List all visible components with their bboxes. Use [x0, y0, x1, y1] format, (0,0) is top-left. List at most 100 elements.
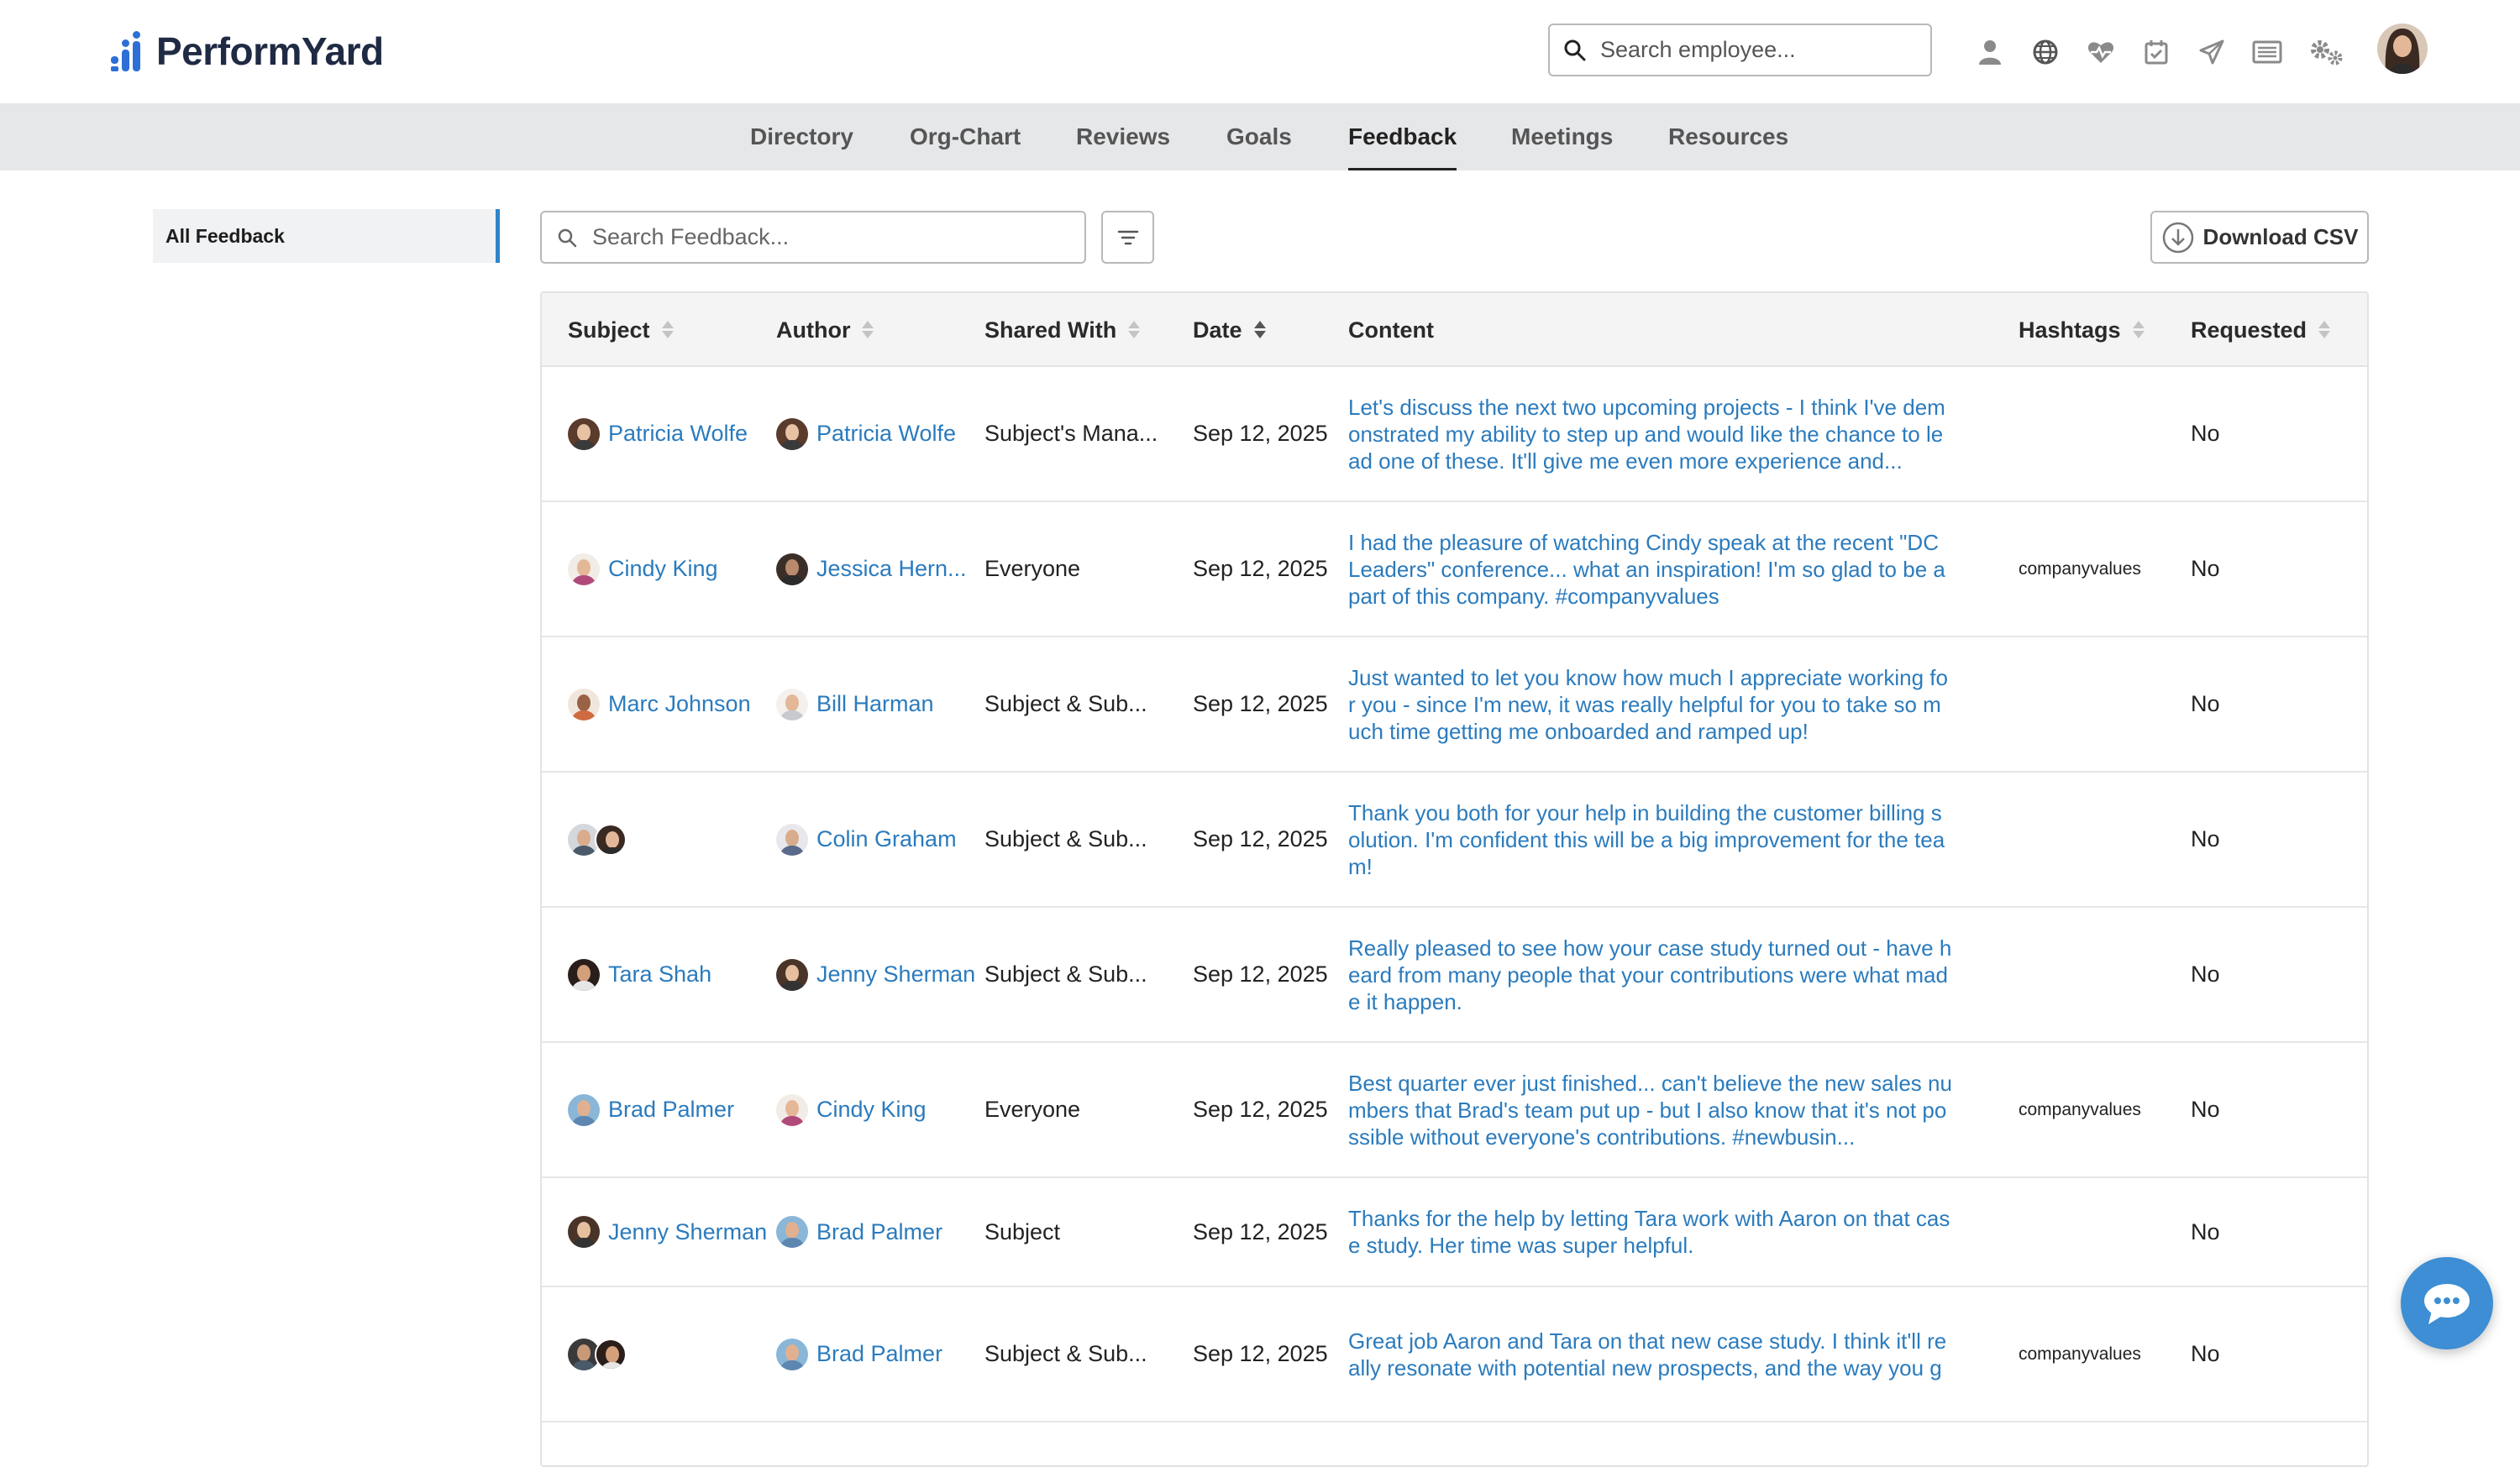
author-cell[interactable]: Bill Harman	[776, 637, 978, 771]
table-row[interactable]: Patricia Wolfe Patricia Wolfe Subject's …	[542, 367, 2367, 502]
shared-with-cell: Subject & Sub...	[984, 961, 1147, 987]
table-row[interactable]: Tara Shah Jenny Sherman Subject & Sub...…	[542, 908, 2367, 1043]
column-header-date[interactable]: Date	[1193, 293, 1266, 367]
employee-search-input[interactable]	[1599, 36, 1918, 64]
employee-search[interactable]	[1548, 24, 1932, 76]
avatar	[776, 417, 808, 450]
column-header-requested[interactable]: Requested	[2191, 293, 2331, 367]
avatar	[568, 688, 600, 720]
column-header-hashtags[interactable]: Hashtags	[2019, 293, 2145, 367]
user-avatar[interactable]	[2377, 24, 2428, 74]
requested-cell: No	[2191, 421, 2220, 446]
author-cell[interactable]: Patricia Wolfe	[776, 367, 978, 500]
table-row[interactable]: Marc Johnson Bill Harman Subject & Sub..…	[542, 637, 2367, 773]
date-cell: Sep 12, 2025	[1193, 421, 1328, 446]
requested-cell: No	[2191, 1218, 2220, 1244]
author-cell[interactable]: Brad Palmer	[776, 1287, 978, 1421]
content-cell[interactable]: I had the pleasure of watching Cindy spe…	[1348, 502, 1970, 636]
sidebar-item-all-feedback[interactable]: All Feedback	[153, 209, 500, 263]
hashtags-cell	[2019, 637, 2187, 771]
news-icon[interactable]	[2239, 29, 2295, 76]
column-header-author[interactable]: Author	[776, 293, 874, 367]
subject-cell[interactable]: Jenny Sherman	[568, 1178, 769, 1286]
search-icon	[1564, 39, 1586, 60]
subject-cell[interactable]: Brad Palmer	[568, 1043, 769, 1176]
content-cell[interactable]: Let's discuss the next two upcoming proj…	[1348, 367, 1970, 500]
hashtags-cell: companyvalues	[2019, 1099, 2141, 1119]
filter-button[interactable]	[1101, 211, 1154, 264]
subject-cell[interactable]: Tara Shah	[568, 908, 769, 1041]
globe-icon[interactable]	[2018, 29, 2073, 76]
author-cell[interactable]: Colin Graham	[776, 773, 978, 906]
subject-cell[interactable]: Marc Johnson	[568, 637, 769, 771]
tab-meetings[interactable]: Meetings	[1511, 103, 1613, 170]
requested-cell: No	[2191, 556, 2220, 581]
author-cell[interactable]: Cindy King	[776, 1043, 978, 1176]
content-cell[interactable]: Thank you both for your help in building…	[1348, 773, 1970, 906]
hashtags-cell	[2019, 1178, 2187, 1286]
column-header-shared-with[interactable]: Shared With	[984, 293, 1141, 367]
sort-icon	[2132, 320, 2145, 340]
subject-cell[interactable]: Patricia Wolfe	[568, 367, 769, 500]
table-row[interactable]: Jenny Sherman Brad Palmer Subject Sep 12…	[542, 1178, 2367, 1287]
avatar	[776, 958, 808, 991]
main-nav: Directory Org-Chart Reviews Goals Feedba…	[0, 103, 2520, 170]
calendar-check-icon[interactable]	[2129, 29, 2184, 76]
hashtags-cell	[2019, 773, 2187, 906]
author-cell[interactable]: Jessica Hern...	[776, 502, 978, 636]
date-cell: Sep 12, 2025	[1193, 1341, 1328, 1366]
performyard-logo[interactable]: PerformYard	[109, 25, 384, 77]
subject-cell[interactable]: Cindy King	[568, 502, 769, 636]
requested-cell: No	[2191, 1341, 2220, 1366]
table-row[interactable]: Cindy King Jessica Hern... Everyone Sep …	[542, 502, 2367, 637]
subject-cell[interactable]	[568, 1287, 769, 1421]
avatar	[595, 1338, 627, 1370]
shared-with-cell: Subject & Sub...	[984, 826, 1147, 851]
content-cell[interactable]: Really pleased to see how your case stud…	[1348, 908, 1970, 1041]
chat-button[interactable]	[2401, 1257, 2493, 1349]
feedback-search[interactable]	[540, 211, 1086, 264]
table-row[interactable]: Brad Palmer Subject & Sub... Sep 12, 202…	[542, 1287, 2367, 1422]
feedback-search-input[interactable]	[591, 223, 1061, 251]
download-csv-button[interactable]: Download CSV	[2150, 211, 2369, 264]
chat-bubble-icon	[2424, 1284, 2470, 1324]
shared-with-cell: Everyone	[984, 556, 1081, 581]
shared-with-cell: Everyone	[984, 1097, 1081, 1122]
tab-resources[interactable]: Resources	[1668, 103, 1788, 170]
sort-icon	[661, 320, 674, 340]
sort-icon	[1128, 320, 1141, 340]
date-cell: Sep 12, 2025	[1193, 1218, 1328, 1244]
avatar	[776, 688, 808, 720]
table-row[interactable]: Colin Graham Subject & Sub... Sep 12, 20…	[542, 773, 2367, 908]
tab-org-chart[interactable]: Org-Chart	[910, 103, 1021, 170]
paper-plane-icon[interactable]	[2184, 29, 2239, 76]
tab-feedback[interactable]: Feedback	[1348, 103, 1457, 170]
hashtags-cell: companyvalues	[2019, 1344, 2141, 1364]
author-cell[interactable]: Brad Palmer	[776, 1178, 978, 1286]
heart-pulse-icon[interactable]	[2073, 29, 2129, 76]
avatar	[568, 553, 600, 585]
shared-with-cell: Subject's Mana...	[984, 421, 1158, 446]
author-cell[interactable]: Jenny Sherman	[776, 908, 978, 1041]
person-icon[interactable]	[1962, 29, 2018, 76]
shared-with-cell: Subject & Sub...	[984, 1341, 1147, 1366]
avatar	[568, 417, 600, 450]
logo-text: PerformYard	[156, 29, 384, 73]
tab-reviews[interactable]: Reviews	[1076, 103, 1170, 170]
shared-with-cell: Subject	[984, 1218, 1061, 1244]
avatar	[568, 958, 600, 991]
table-row[interactable]: Brad Palmer Cindy King Everyone Sep 12, …	[542, 1043, 2367, 1178]
content-cell[interactable]: Just wanted to let you know how much I a…	[1348, 637, 1970, 771]
tab-goals[interactable]: Goals	[1226, 103, 1292, 170]
tab-directory[interactable]: Directory	[750, 103, 853, 170]
content-cell[interactable]: Best quarter ever just finished... can't…	[1348, 1043, 1970, 1176]
gears-icon[interactable]	[2295, 29, 2359, 76]
column-header-subject[interactable]: Subject	[568, 293, 674, 367]
requested-cell: No	[2191, 1097, 2220, 1122]
column-header-content: Content	[1348, 317, 1434, 343]
avatar	[776, 1338, 808, 1370]
content-cell[interactable]: Thanks for the help by letting Tara work…	[1348, 1178, 1970, 1286]
download-csv-label: Download CSV	[2202, 224, 2359, 249]
subject-cell[interactable]	[568, 773, 769, 906]
content-cell[interactable]: Great job Aaron and Tara on that new cas…	[1348, 1287, 1970, 1421]
